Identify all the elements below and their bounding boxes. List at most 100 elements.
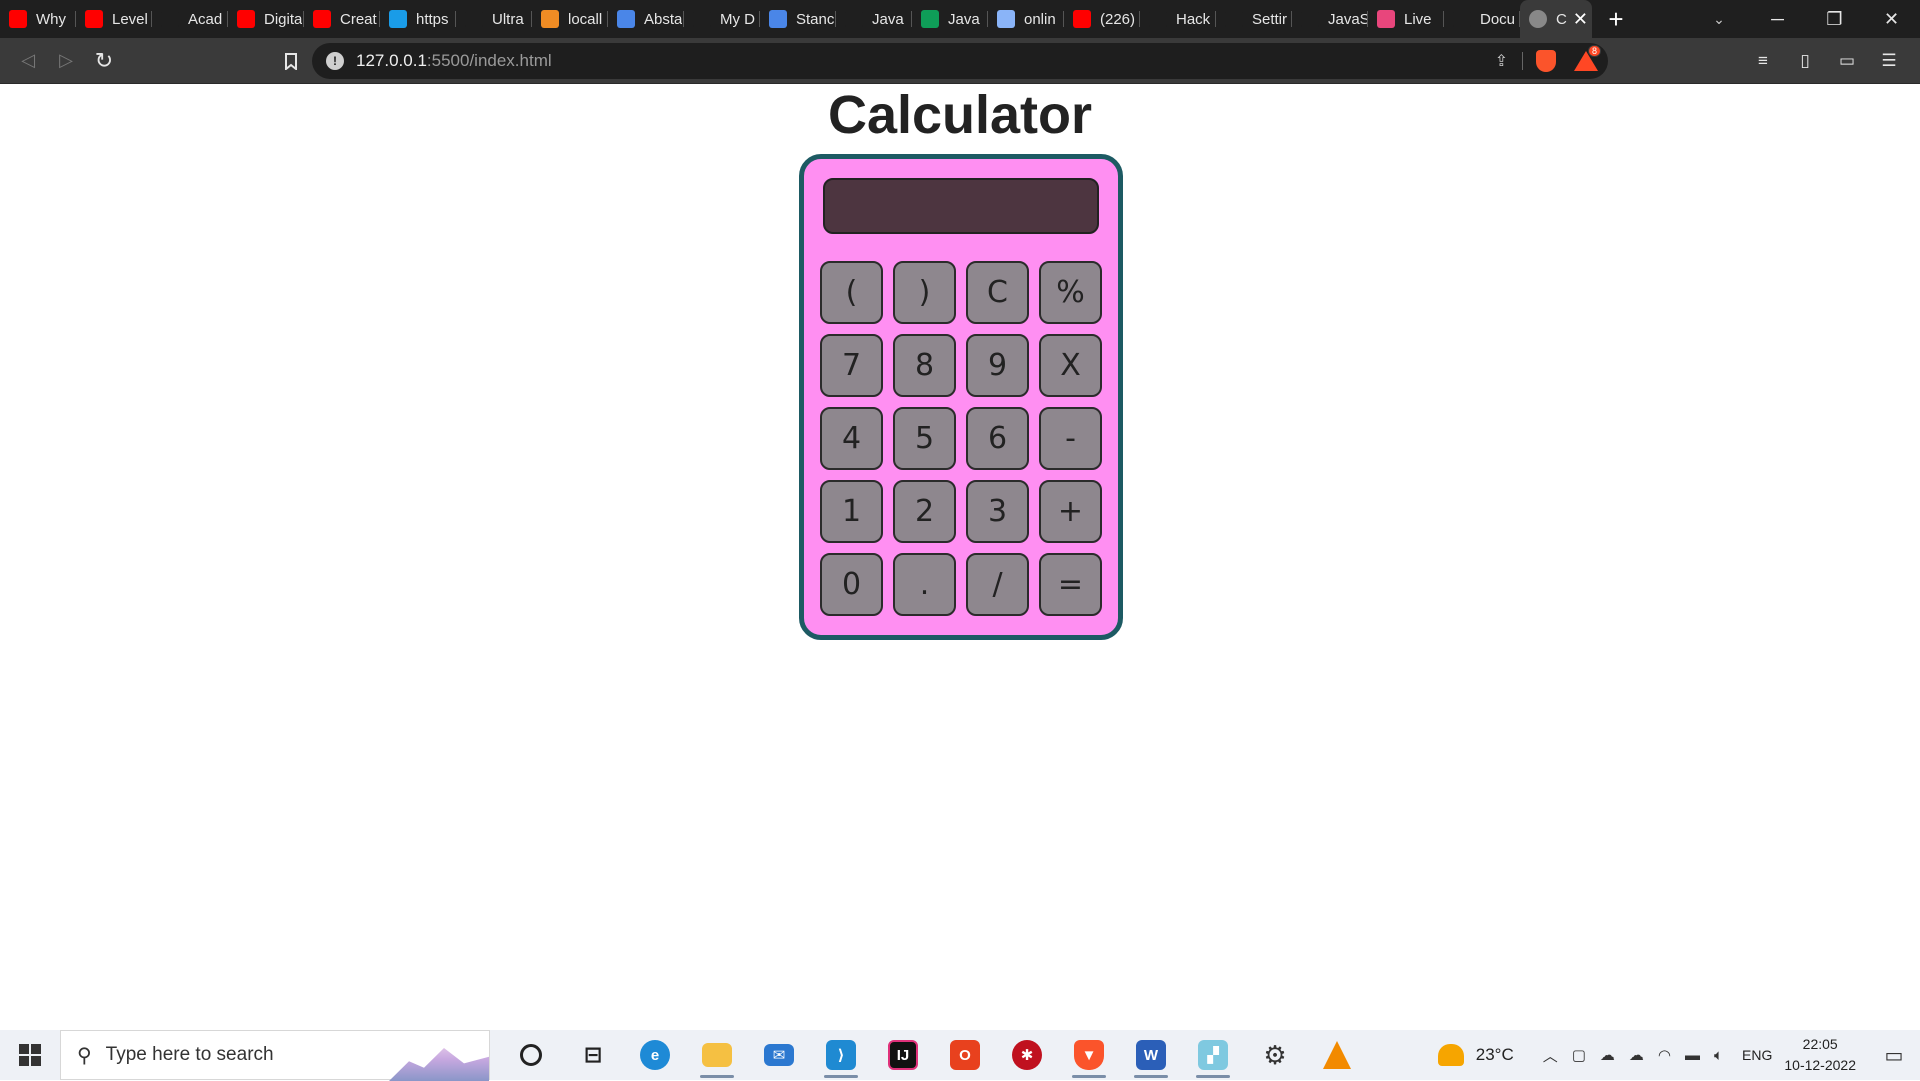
active-browser-tab[interactable]: C ✕: [1520, 0, 1592, 38]
calculator-key[interactable]: +: [1039, 480, 1102, 543]
calculator-key[interactable]: =: [1039, 553, 1102, 616]
calculator-key[interactable]: .: [893, 553, 956, 616]
browser-tab[interactable]: https: [380, 0, 456, 38]
file-explorer-icon[interactable]: [686, 1030, 748, 1080]
calculator-key[interactable]: 2: [893, 480, 956, 543]
tab-label: Java: [948, 10, 980, 28]
browser-tab[interactable]: Creat: [304, 0, 380, 38]
page-content: Calculator () C% 7 8 9 X 4 5 6- 1 2 3 +0. / =: [0, 84, 1920, 1030]
word-icon[interactable]: W: [1120, 1030, 1182, 1080]
rewards-badge: 8: [1588, 45, 1602, 57]
brave-browser-icon[interactable]: ▼: [1058, 1030, 1120, 1080]
wallet-icon[interactable]: ▭: [1826, 42, 1868, 80]
browser-tab[interactable]: Java: [836, 0, 912, 38]
notification-icon[interactable]: ▭: [1874, 1030, 1914, 1080]
calculator-key[interactable]: 7: [820, 334, 883, 397]
cortana-icon[interactable]: [500, 1030, 562, 1080]
back-button[interactable]: ◁: [9, 42, 47, 80]
browser-tab[interactable]: locall: [532, 0, 608, 38]
browser-tab[interactable]: Ultra: [456, 0, 532, 38]
browser-tab[interactable]: JavaS: [1292, 0, 1368, 38]
browser-tab[interactable]: Hack: [1140, 0, 1216, 38]
browser-tab[interactable]: (226): [1064, 0, 1140, 38]
close-tab-icon[interactable]: ✕: [1573, 9, 1588, 30]
tab-search-chevron-icon[interactable]: ⌄: [1702, 0, 1736, 38]
paint-icon[interactable]: ▞: [1182, 1030, 1244, 1080]
calculator-key[interactable]: 9: [966, 334, 1029, 397]
battery-icon[interactable]: ▬: [1685, 1047, 1700, 1064]
browser-tab[interactable]: Java: [912, 0, 988, 38]
sidebar-icon[interactable]: ▯: [1784, 42, 1826, 80]
calculator-key[interactable]: 5: [893, 407, 956, 470]
language-indicator[interactable]: ENG: [1742, 1047, 1772, 1063]
playlist-icon[interactable]: ≡: [1742, 42, 1784, 80]
calculator-key[interactable]: -: [1039, 407, 1102, 470]
youtube-icon: [313, 10, 331, 28]
close-window-button[interactable]: ✕: [1863, 0, 1920, 38]
clock[interactable]: 22:05 10-12-2022: [1784, 1034, 1856, 1076]
calculator-key[interactable]: ): [893, 261, 956, 324]
start-button[interactable]: [0, 1030, 60, 1080]
share-icon[interactable]: ⇪: [1495, 51, 1508, 71]
browser-tab[interactable]: Docu: [1444, 0, 1520, 38]
edge-icon[interactable]: e: [624, 1030, 686, 1080]
brave-rewards-icon[interactable]: 8: [1574, 45, 1602, 71]
weather-widget[interactable]: 23°C: [1437, 1044, 1514, 1066]
browser-tab[interactable]: Why: [0, 0, 76, 38]
meet-now-icon[interactable]: ▢: [1572, 1046, 1586, 1064]
reload-button[interactable]: ↻: [85, 42, 123, 80]
restore-button[interactable]: ❐: [1806, 0, 1863, 38]
minimize-button[interactable]: ─: [1749, 0, 1806, 38]
office-icon[interactable]: O: [934, 1030, 996, 1080]
antivirus-icon[interactable]: ✱: [996, 1030, 1058, 1080]
settings-gear-icon[interactable]: ⚙: [1244, 1030, 1306, 1080]
vlc-icon[interactable]: [1306, 1030, 1368, 1080]
show-hidden-icons-chevron-icon[interactable]: ︿: [1543, 1045, 1558, 1066]
tab-label: JavaS: [1328, 10, 1368, 28]
browser-tab[interactable]: Absta: [608, 0, 684, 38]
address-bar[interactable]: ! 127.0.0.1:5500/index.html ⇪ 8: [312, 43, 1608, 79]
browser-tab[interactable]: Level: [76, 0, 152, 38]
task-view-icon[interactable]: ⊟: [562, 1030, 624, 1080]
taskbar-search[interactable]: ⚲ Type here to search: [60, 1030, 490, 1081]
wifi-icon[interactable]: ◠: [1658, 1046, 1671, 1064]
network-cloud-icon[interactable]: ☁: [1600, 1046, 1615, 1064]
calculator-key[interactable]: 0: [820, 553, 883, 616]
mail-icon[interactable]: ✉: [748, 1030, 810, 1080]
youtube-icon: [85, 10, 103, 28]
calculator-key[interactable]: C: [966, 261, 1029, 324]
site-info-icon[interactable]: !: [326, 52, 344, 70]
calculator-key[interactable]: 8: [893, 334, 956, 397]
menu-icon[interactable]: ☰: [1868, 42, 1910, 80]
browser-tab[interactable]: Acad: [152, 0, 228, 38]
drive-icon: [845, 10, 863, 28]
tab-label: Stanc: [796, 10, 835, 28]
calculator-key[interactable]: (: [820, 261, 883, 324]
browser-tab[interactable]: onlin: [988, 0, 1064, 38]
calculator-key[interactable]: 1: [820, 480, 883, 543]
onedrive-icon[interactable]: ☁: [1629, 1046, 1644, 1064]
volume-icon[interactable]: 🔈︎: [1714, 1047, 1723, 1064]
brave-shields-icon[interactable]: [1536, 50, 1556, 72]
letter-a-icon: [161, 10, 179, 28]
calculator-key[interactable]: /: [966, 553, 1029, 616]
calculator-key[interactable]: 6: [966, 407, 1029, 470]
calculator-key[interactable]: 4: [820, 407, 883, 470]
forward-button[interactable]: ▷: [47, 42, 85, 80]
bookmark-icon[interactable]: [272, 42, 310, 80]
intellij-icon[interactable]: IJ: [872, 1030, 934, 1080]
browser-tab[interactable]: Digita: [228, 0, 304, 38]
youtube-icon: [9, 10, 27, 28]
browser-tab[interactable]: Settir: [1216, 0, 1292, 38]
calculator-key[interactable]: %: [1039, 261, 1102, 324]
browser-tab[interactable]: My D: [684, 0, 760, 38]
search-highlight-image: [389, 1048, 489, 1081]
docs-icon: [617, 10, 635, 28]
live-icon: [1377, 10, 1395, 28]
calculator-key[interactable]: X: [1039, 334, 1102, 397]
calculator-key[interactable]: 3: [966, 480, 1029, 543]
vscode-icon[interactable]: ⟩: [810, 1030, 872, 1080]
browser-tab[interactable]: Live: [1368, 0, 1444, 38]
new-tab-button[interactable]: +: [1596, 0, 1636, 38]
browser-tab[interactable]: Stanc: [760, 0, 836, 38]
